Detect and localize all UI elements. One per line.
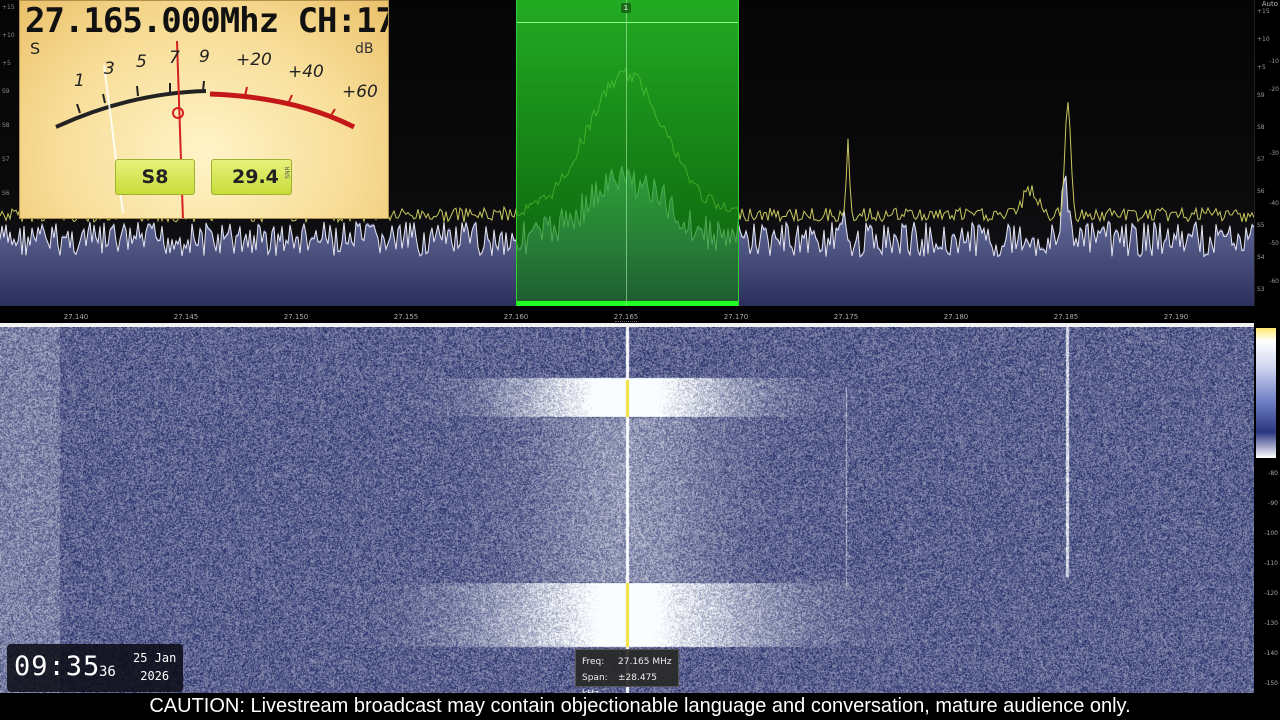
meter-arc-svg [55, 40, 356, 218]
db-tick: +15 [1257, 8, 1270, 15]
freq-axis-label: 27.165 [613, 313, 639, 321]
freq-axis-label: 27.160 [503, 313, 529, 321]
vfo-center-line[interactable] [626, 0, 627, 306]
meter-needle-pivot [172, 107, 184, 119]
s-scale-num: 5 [136, 52, 147, 72]
freq-axis-label: 27.150 [283, 313, 309, 321]
vfo-passband-top-line [517, 22, 738, 23]
freq-axis-label: 27.175 [833, 313, 859, 321]
left-scale-tick: +15 [2, 4, 15, 11]
clock-panel: 09:35 36 25 Jan 2026 [7, 644, 183, 692]
freq-axis-label: 27.145 [173, 313, 199, 321]
frequency-tooltip: Freq:27.165 MHz Span:±28.475 kHz [575, 649, 679, 699]
db-tick: -60 [1269, 278, 1279, 285]
wf-scale-tick: -110 [1264, 560, 1278, 567]
s-scale-num: 7 [169, 48, 180, 68]
db-tick: S4 [1257, 254, 1265, 261]
wf-scale-tick: -80 [1268, 470, 1278, 477]
db-tick: S6 [1257, 188, 1265, 195]
auto-scale-button[interactable]: Auto [1262, 0, 1278, 8]
wf-scale-tick: -100 [1264, 530, 1278, 537]
wf-scale-tick: -140 [1264, 650, 1278, 657]
db-tick: -50 [1269, 240, 1279, 247]
left-scale-tick: S6 [2, 190, 10, 197]
clock-date: 25 Jan 2026 [133, 649, 176, 685]
db-tick: S3 [1257, 286, 1265, 293]
db-scale-num: +60 [342, 82, 378, 102]
tooltip-freq-label: Freq: [582, 657, 605, 667]
splitter-grip-icon[interactable] [615, 321, 637, 324]
waterfall-gradient-bar[interactable] [1256, 328, 1276, 458]
wf-scale-tick: -150 [1264, 680, 1278, 687]
snr-unit-label: SNR [284, 166, 292, 179]
vfo-passband[interactable] [516, 0, 739, 306]
db-tick: -40 [1269, 200, 1279, 207]
db-scale-num: +20 [236, 50, 272, 70]
left-scale-tick: S8 [2, 122, 10, 129]
s-scale-num: 3 [104, 59, 115, 79]
left-scale-tick: +10 [2, 32, 15, 39]
clock-hour-minute: 09:35 [14, 651, 101, 682]
clock-date-year: 2026 [140, 669, 170, 683]
s-scale-num: 1 [74, 71, 85, 91]
db-tick: S9 [1257, 92, 1265, 99]
wf-scale-tick: -120 [1264, 590, 1278, 597]
freq-axis-label: 27.185 [1053, 313, 1079, 321]
db-scale[interactable]: Auto +15 +10 +5 S9 S8 S7 S6 S5 S4 S3 -10… [1254, 0, 1280, 306]
waterfall-display[interactable] [0, 327, 1254, 693]
freq-axis-label: 27.170 [723, 313, 749, 321]
db-tick: S8 [1257, 124, 1265, 131]
waterfall-color-scale[interactable]: -80 -90 -100 -110 -120 -130 -140 -150 [1254, 320, 1280, 693]
db-tick: -10 [1269, 58, 1279, 65]
s-meter-panel: 27.165.000Mhz CH:17 S dB 1 3 5 7 9 +20 +… [19, 0, 389, 219]
clock-date-day: 25 Jan [133, 651, 177, 665]
s-scale-num: 9 [199, 47, 210, 67]
db-tick: -20 [1269, 86, 1279, 93]
db-tick: -30 [1269, 150, 1279, 157]
wf-scale-tick: -130 [1264, 620, 1278, 627]
snr-reading-box: 29.4 [211, 159, 292, 195]
db-tick: +10 [1257, 36, 1270, 43]
caution-banner: CAUTION: Livestream broadcast may contai… [0, 693, 1280, 720]
db-tick: +5 [1257, 64, 1266, 71]
left-scale-tick: S9 [2, 88, 10, 95]
freq-axis-label: 27.155 [393, 313, 419, 321]
clock-seconds: 36 [99, 664, 116, 680]
db-scale-num: +40 [288, 62, 324, 82]
vfo-id-badge: 1 [621, 3, 631, 13]
wf-scale-tick: -90 [1268, 500, 1278, 507]
left-scale-tick: +5 [2, 60, 11, 67]
s-reading-box: S8 [115, 159, 195, 195]
freq-axis-label: 27.140 [63, 313, 89, 321]
db-tick: S5 [1257, 222, 1265, 229]
freq-axis-label: 27.190 [1163, 313, 1189, 321]
tooltip-freq-value: 27.165 MHz [618, 657, 672, 667]
tooltip-span-label: Span: [582, 673, 608, 683]
db-tick: S7 [1257, 156, 1265, 163]
left-scale-tick: S7 [2, 156, 10, 163]
freq-axis-label: 27.180 [943, 313, 969, 321]
waterfall-canvas [0, 327, 1254, 693]
meter-arc-red [209, 91, 356, 130]
